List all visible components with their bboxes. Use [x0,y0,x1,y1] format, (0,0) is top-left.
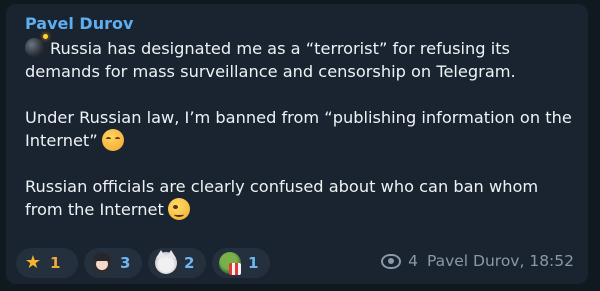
reaction-cat-sticker[interactable]: 2 [148,248,206,278]
reaction-frog-sticker[interactable]: 1 [212,248,270,278]
bomb-icon [25,34,48,57]
message-author[interactable]: Pavel Durov [25,14,574,34]
reaction-girl-sticker[interactable]: 3 [84,248,142,278]
winking-face-icon [167,198,190,220]
sleepy-face-icon [101,129,124,151]
eye-icon [381,253,402,269]
message-bubble: Pavel Durov Russia has designated me as … [6,4,588,284]
message-paragraph: Russian officials are clearly confused a… [25,175,574,221]
reaction-star[interactable]: ★ 1 [16,248,78,278]
message-paragraph: Under Russian law, I’m banned from “publ… [25,106,574,152]
frog-sticker-icon [219,252,241,275]
reaction-count: 3 [120,254,131,272]
reaction-count: 2 [184,254,195,272]
message-footer: ★ 1 3 2 1 4 Pavel Durov, 18:52 [16,248,574,278]
paragraph-text: Russia has designated me as a “terrorist… [25,39,516,81]
girl-sticker-icon [91,252,113,274]
cat-sticker-icon [155,250,177,274]
message-meta: 4 Pavel Durov, 18:52 [381,252,574,270]
view-count: 4 [408,252,418,270]
message-paragraph: Russia has designated me as a “terrorist… [25,34,574,83]
reaction-count: 1 [50,254,61,272]
paragraph-text: Russian officials are clearly confused a… [25,177,539,219]
reaction-count: 1 [248,254,259,272]
signature-time: Pavel Durov, 18:52 [426,252,574,270]
message-text: Russia has designated me as a “terrorist… [25,34,574,221]
star-icon: ★ [24,252,42,273]
